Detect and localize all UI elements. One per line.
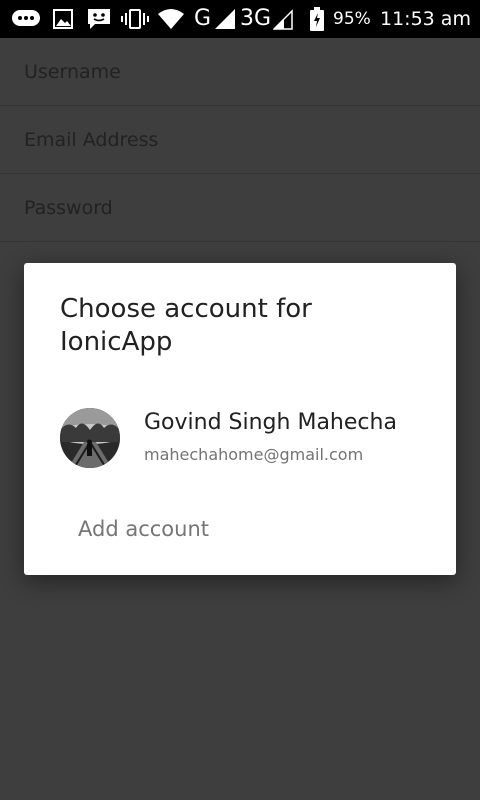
login-form [0,38,480,242]
username-row [0,38,480,106]
vibrate-icon [119,0,151,38]
messenger-icon [10,0,42,38]
status-bar: G 3G 95% 11:53 am [0,0,480,38]
wifi-icon [156,0,186,38]
sms-icon [84,0,114,38]
signal-icon [213,0,237,38]
account-email: mahechahome@gmail.com [144,445,364,464]
password-field[interactable] [0,174,480,241]
signal-icon [272,0,294,38]
avatar [60,408,120,468]
add-account-button[interactable]: Add account [60,507,420,551]
image-icon [50,0,76,38]
dialog-title: Choose account for IonicApp [60,294,312,357]
account-chooser-dialog: Choose account for IonicApp Govind Singh… [24,263,456,575]
email-row [0,106,480,174]
password-row [0,174,480,242]
account-name: Govind Singh Mahecha [144,410,397,435]
username-field[interactable] [0,38,480,105]
account-item[interactable]: Govind Singh Mahecha mahechahome@gmail.c… [24,400,456,472]
battery-charging-icon [308,0,326,38]
clock: 11:53 am [380,8,471,30]
network-type-label: G [194,6,212,31]
email-field[interactable] [0,106,480,173]
battery-percent: 95% [333,9,371,29]
network-type-label: 3G [240,6,272,31]
